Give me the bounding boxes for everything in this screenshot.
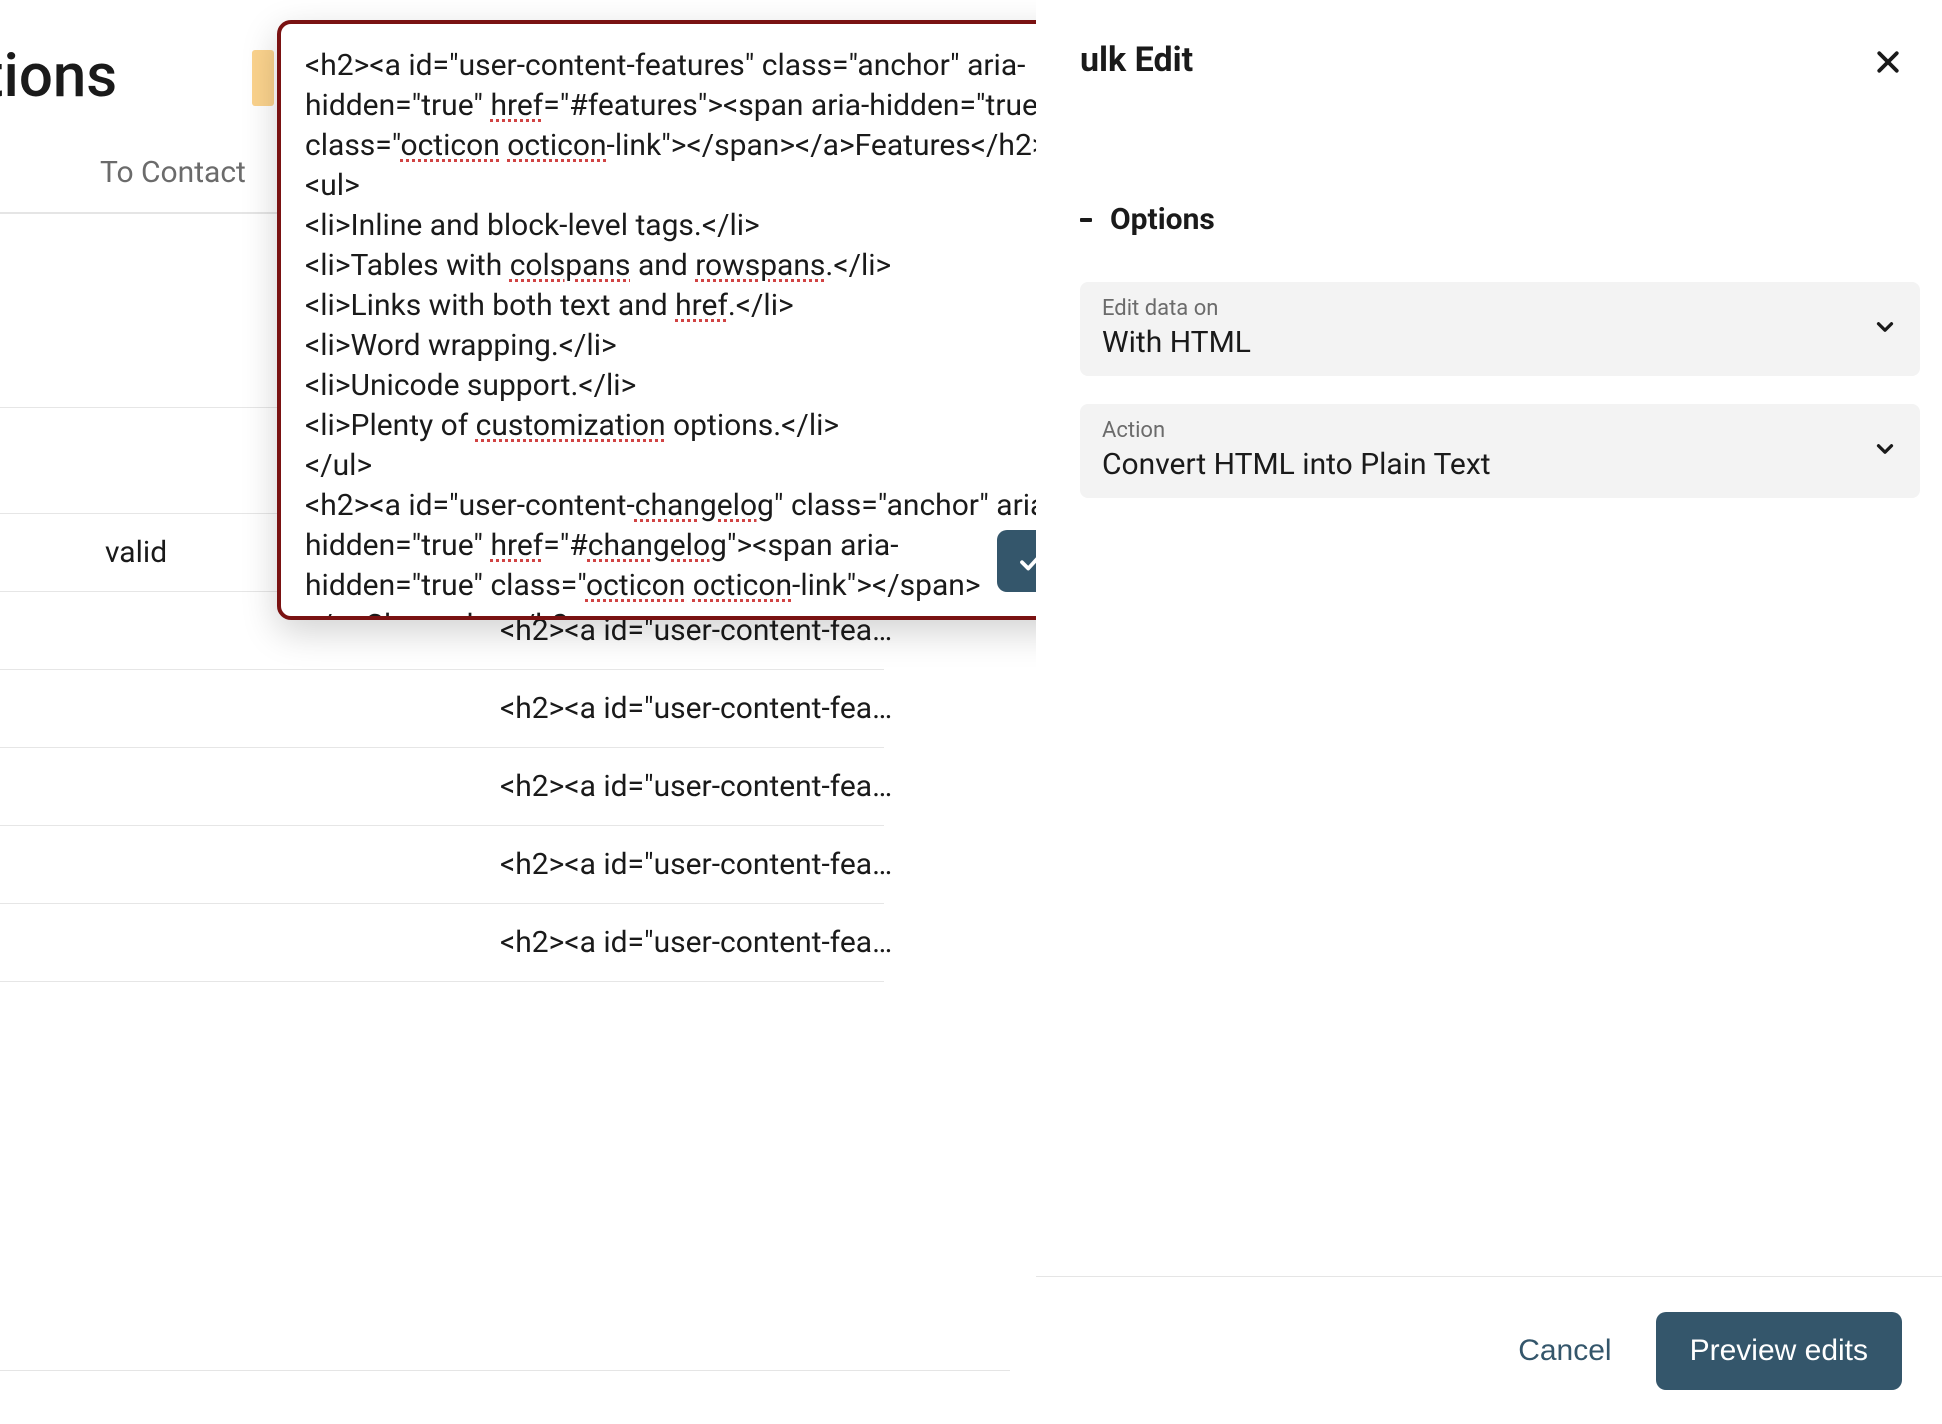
cell-html-preview: <h2><a id="user-content-fea… [500,769,892,804]
preview-edits-button[interactable]: Preview edits [1656,1312,1902,1390]
panel-title: ulk Edit [1080,40,1193,80]
table-row[interactable]: <h2><a id="user-content-fea… [0,748,884,826]
title-highlight [252,50,274,106]
select-caption: Edit data on [1102,296,1898,321]
chevron-down-icon [1872,436,1898,466]
table-row[interactable]: <h2><a id="user-content-fea… [0,670,884,748]
select-value: With HTML [1102,325,1898,360]
cell-html-preview: <h2><a id="user-content-fea… [500,691,892,726]
options-label: Options [1110,202,1215,237]
options-section-toggle[interactable]: Options [1080,202,1215,237]
collapse-icon [1080,218,1092,222]
select-value: Convert HTML into Plain Text [1102,447,1898,482]
table-row[interactable]: <h2><a id="user-content-fea… [0,904,884,982]
bulk-edit-panel: ulk Edit Options Edit data on With HTML … [1036,0,1942,1424]
select-caption: Action [1102,418,1898,443]
edit-data-on-select[interactable]: Edit data on With HTML [1080,282,1920,376]
page-title: anizations [0,40,117,111]
cell-editor-textarea[interactable]: <h2><a id="user-content-features" class=… [305,46,1057,620]
cell-html-preview: <h2><a id="user-content-fea… [500,925,892,960]
column-header-to-contact[interactable]: To Contact [100,155,246,190]
action-select[interactable]: Action Convert HTML into Plain Text [1080,404,1920,498]
table-row[interactable]: <h2><a id="user-content-fea… [0,826,884,904]
close-icon [1873,47,1903,77]
close-panel-button[interactable] [1866,40,1910,84]
bottom-divider [0,1370,1010,1371]
chevron-down-icon [1872,314,1898,344]
cell-editor-popup[interactable]: <h2><a id="user-content-features" class=… [277,20,1085,620]
cell-valid: valid [105,535,167,570]
cell-html-preview: <h2><a id="user-content-fea… [500,847,892,882]
cancel-button[interactable]: Cancel [1514,1324,1615,1378]
panel-footer: Cancel Preview edits [1036,1276,1942,1424]
